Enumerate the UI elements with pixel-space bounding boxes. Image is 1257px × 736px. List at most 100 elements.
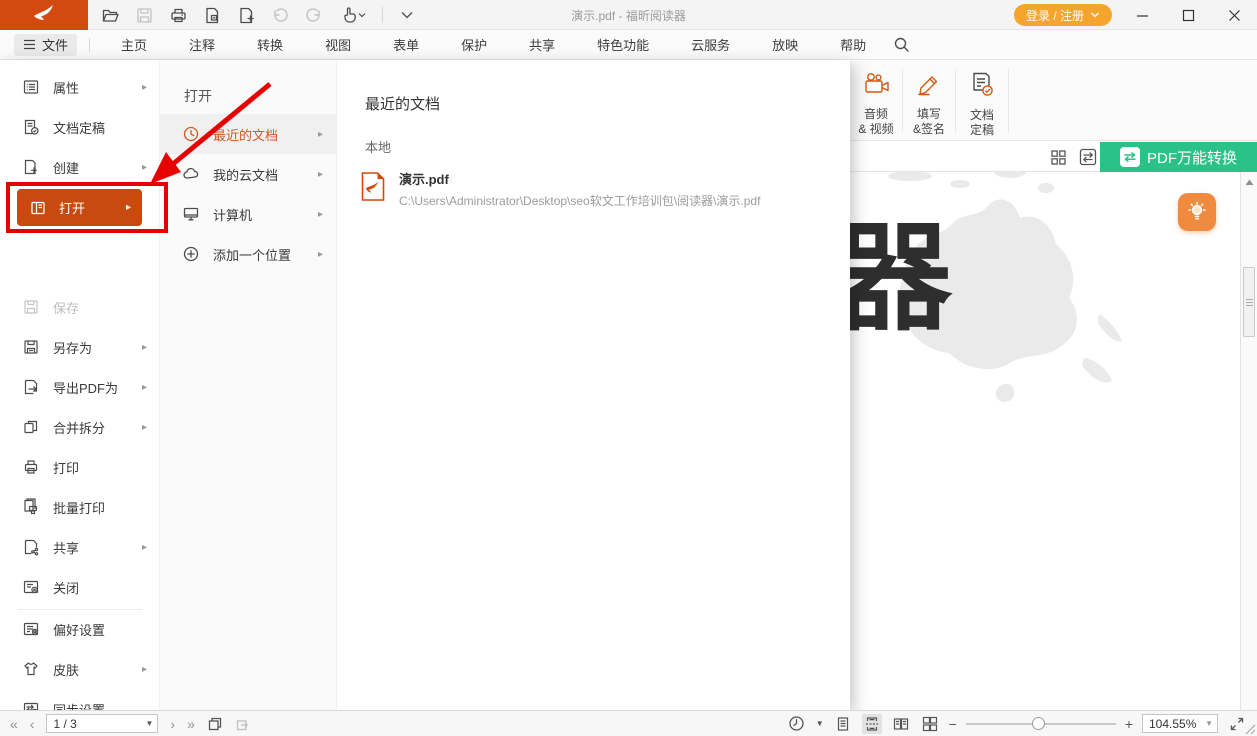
search-icon[interactable] xyxy=(893,36,910,53)
video-camera-icon xyxy=(861,71,891,102)
submenu-arrow-icon: ▸ xyxy=(142,382,147,393)
sidebar-item-properties[interactable]: 属性 ▸ xyxy=(0,67,160,107)
zoom-dropdown-caret[interactable]: ▼ xyxy=(1205,719,1213,728)
recent-file-item[interactable]: 演示.pdf C:\Users\Administrator\Desktop\se… xyxy=(361,166,831,212)
tab-home[interactable]: 主页 xyxy=(107,35,161,54)
tab-comment[interactable]: 注释 xyxy=(175,35,229,54)
scroll-up-arrow[interactable] xyxy=(1241,175,1257,189)
zoom-level-input[interactable]: 104.55% ▼ xyxy=(1142,714,1218,733)
open-item-computer[interactable]: 计算机 ▸ xyxy=(160,194,337,234)
vertical-scrollbar[interactable] xyxy=(1240,172,1257,710)
document-page[interactable]: 器 xyxy=(850,172,1240,710)
open-item-recent-docs[interactable]: 最近的文档 ▸ xyxy=(160,114,337,154)
login-label: 登录 / 注册 xyxy=(1026,7,1084,24)
sidebar-item-create[interactable]: 创建 ▸ xyxy=(0,147,160,187)
submenu-arrow-icon: ▸ xyxy=(126,202,131,213)
sidebar-item-print[interactable]: 打印 xyxy=(0,447,160,487)
view-zoom-controls: ▼ − + 104.55% ▼ xyxy=(787,711,1247,736)
sidebar-item-skin[interactable]: 皮肤 ▸ xyxy=(0,649,160,689)
close-button[interactable] xyxy=(1211,0,1257,30)
scrollbar-thumb[interactable] xyxy=(1243,267,1255,337)
foxit-logo[interactable] xyxy=(0,0,88,30)
window-resize-grip[interactable] xyxy=(1242,721,1256,735)
sidebar-item-open[interactable]: 打开 ▸ xyxy=(17,189,142,226)
sidebar-item-save-as[interactable]: 另存为 ▸ xyxy=(0,327,160,367)
last-page-button[interactable]: » xyxy=(187,717,195,731)
clock-icon xyxy=(182,125,200,143)
sidebar-item-close[interactable]: 关闭 xyxy=(0,567,160,607)
zoom-out-button[interactable]: − xyxy=(949,716,957,732)
tshirt-icon xyxy=(22,660,40,678)
single-page-view-icon[interactable] xyxy=(833,714,853,734)
open-item-cloud-docs[interactable]: 我的云文档 ▸ xyxy=(160,154,337,194)
grid-view-icon[interactable] xyxy=(1048,147,1068,167)
export-pdf-icon xyxy=(22,378,40,396)
tab-share[interactable]: 共享 xyxy=(515,35,569,54)
print-icon[interactable] xyxy=(168,5,188,25)
next-page-button[interactable]: › xyxy=(170,717,175,731)
audio-video-label-2: & 视频 xyxy=(858,122,893,137)
ribbon-toolbar: 音频 & 视频 填写 &签名 文档 定稿 xyxy=(850,61,1257,141)
sidebar-item-merge-split[interactable]: 合并拆分 ▸ xyxy=(0,407,160,447)
computer-icon xyxy=(182,205,200,223)
doc-finalize-button[interactable]: 文档 定稿 xyxy=(956,63,1008,138)
properties-icon xyxy=(22,78,40,96)
hamburger-icon xyxy=(23,39,36,50)
prev-page-button[interactable]: ‹ xyxy=(30,717,35,731)
sidebar-item-doc-finalize[interactable]: 文档定稿 xyxy=(0,107,160,147)
tab-view[interactable]: 视图 xyxy=(311,35,365,54)
submenu-arrow-icon: ▸ xyxy=(142,342,147,353)
fill-sign-button[interactable]: 填写 &签名 xyxy=(903,63,955,138)
read-mode-icon[interactable] xyxy=(787,714,807,734)
open-item-add-place[interactable]: 添加一个位置 ▸ xyxy=(160,234,337,274)
status-bar: « ‹ 1 / 3 ▼ › » ▼ xyxy=(0,710,1257,736)
file-menu-sidebar: 属性 ▸ 文档定稿 创建 ▸ 打开 ▸ 保存 xyxy=(0,60,160,710)
file-menu-button[interactable]: 文件 xyxy=(14,34,77,56)
tab-form[interactable]: 表单 xyxy=(379,35,433,54)
doc-finalize-label-1: 文档 xyxy=(970,108,994,123)
sidebar-item-batch-print[interactable]: 批量打印 xyxy=(0,487,160,527)
tips-lightbulb-button[interactable] xyxy=(1178,193,1216,231)
window-controls xyxy=(1119,0,1257,30)
continuous-view-icon[interactable] xyxy=(862,714,882,734)
facing-view-icon[interactable] xyxy=(891,714,911,734)
swap-view-icon[interactable] xyxy=(1078,147,1098,167)
minimize-button[interactable] xyxy=(1119,0,1165,30)
doc-finalize-icon xyxy=(22,118,40,136)
open-file-icon[interactable] xyxy=(100,5,120,25)
page-number-input[interactable]: 1 / 3 ▼ xyxy=(46,714,158,733)
undo-icon xyxy=(270,5,290,25)
recent-docs-title: 最近的文档 xyxy=(365,93,440,114)
sidebar-item-export-pdf[interactable]: 导出PDF为 ▸ xyxy=(0,367,160,407)
hand-tool-icon[interactable] xyxy=(338,5,368,25)
first-page-button[interactable]: « xyxy=(10,717,18,731)
recent-file-path: C:\Users\Administrator\Desktop\seo软文工作培训… xyxy=(399,192,760,209)
customize-toolbar-icon[interactable] xyxy=(397,5,417,25)
tab-protect[interactable]: 保护 xyxy=(447,35,501,54)
page-dropdown-caret[interactable]: ▼ xyxy=(146,719,154,728)
zoom-slider[interactable] xyxy=(966,714,1116,734)
sidebar-item-preferences[interactable]: 偏好设置 xyxy=(0,609,160,649)
fill-sign-label-2: &签名 xyxy=(913,122,945,137)
continuous-facing-view-icon[interactable] xyxy=(920,714,940,734)
toolbar-separator xyxy=(382,7,383,23)
login-register-button[interactable]: 登录 / 注册 xyxy=(1014,4,1112,26)
tab-convert[interactable]: 转换 xyxy=(243,35,297,54)
sidebar-item-share[interactable]: 共享 ▸ xyxy=(0,527,160,567)
tab-cloud[interactable]: 云服务 xyxy=(677,35,744,54)
maximize-button[interactable] xyxy=(1165,0,1211,30)
submenu-arrow-icon: ▸ xyxy=(318,169,323,180)
read-mode-caret[interactable]: ▼ xyxy=(816,719,824,728)
tab-help[interactable]: 帮助 xyxy=(826,35,880,54)
copy-page-icon[interactable] xyxy=(202,5,222,25)
zoom-slider-knob[interactable] xyxy=(1032,717,1045,730)
tab-features[interactable]: 特色功能 xyxy=(583,35,663,54)
submenu-arrow-icon: ▸ xyxy=(142,422,147,433)
previous-view-button[interactable] xyxy=(207,716,223,732)
new-document-icon[interactable] xyxy=(236,5,256,25)
audio-video-button[interactable]: 音频 & 视频 xyxy=(850,63,902,138)
tab-present[interactable]: 放映 xyxy=(758,35,812,54)
pdf-convert-button[interactable]: PDF万能转换 xyxy=(1100,142,1257,172)
batch-print-icon xyxy=(22,498,40,516)
zoom-in-button[interactable]: + xyxy=(1125,716,1133,732)
